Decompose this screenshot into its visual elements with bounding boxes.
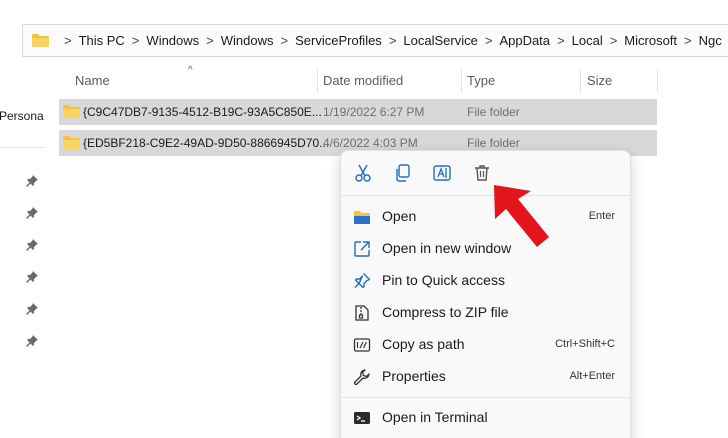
file-type: File folder: [467, 136, 520, 150]
file-type: File folder: [467, 105, 520, 119]
context-menu: Open Enter Open in new window Pin to Qui…: [340, 150, 631, 438]
file-row[interactable]: {C9C47DB7-9135-4512-B19C-93A5C850E... 1/…: [59, 99, 657, 125]
breadcrumb-serviceprofiles[interactable]: ServiceProfiles: [295, 33, 382, 48]
address-bar[interactable]: > This PC > Windows > Windows > ServiceP…: [22, 24, 728, 57]
column-header-size[interactable]: Size: [587, 73, 612, 88]
pin-icon[interactable]: [26, 175, 38, 187]
menu-item-properties[interactable]: Properties Alt+Enter: [341, 360, 630, 392]
menu-item-compress-to-zip[interactable]: Compress to ZIP file: [341, 296, 630, 328]
pin-icon[interactable]: [26, 271, 38, 283]
menu-item-label: Properties: [382, 368, 446, 384]
pin-icon[interactable]: [26, 303, 38, 315]
column-header-name[interactable]: Name: [75, 73, 110, 88]
menu-item-shortcut: Enter: [588, 210, 615, 222]
open-new-window-icon: [354, 241, 370, 257]
breadcrumb-windows-2[interactable]: Windows: [221, 33, 274, 48]
breadcrumb-localservice[interactable]: LocalService: [403, 33, 477, 48]
menu-item-label: Compress to ZIP file: [382, 304, 509, 320]
terminal-icon: [354, 412, 370, 424]
menu-item-copy-as-path[interactable]: Copy as path Ctrl+Shift+C: [341, 328, 630, 360]
breadcrumb-local[interactable]: Local: [572, 33, 603, 48]
menu-divider: [341, 195, 630, 196]
breadcrumb-separator[interactable]: >: [684, 33, 692, 48]
folder-icon: [63, 136, 80, 149]
breadcrumb-separator[interactable]: >: [389, 33, 397, 48]
breadcrumb-this-pc[interactable]: This PC: [79, 33, 125, 48]
breadcrumb-separator[interactable]: >: [281, 33, 289, 48]
breadcrumb-appdata[interactable]: AppData: [499, 33, 550, 48]
menu-item-shortcut: Ctrl+Shift+C: [555, 338, 615, 350]
copy-icon[interactable]: [393, 163, 413, 183]
rename-icon[interactable]: [432, 163, 452, 183]
folder-icon: [32, 34, 49, 47]
file-date-modified: 1/19/2022 6:27 PM: [323, 105, 425, 119]
wrench-icon: [353, 369, 370, 386]
column-header-type[interactable]: Type: [467, 73, 495, 88]
menu-item-label: Copy as path: [382, 336, 465, 352]
nav-divider: [0, 147, 44, 148]
folder-icon: [63, 105, 80, 118]
menu-divider: [341, 397, 630, 398]
breadcrumb-separator[interactable]: >: [610, 33, 618, 48]
column-divider[interactable]: [461, 69, 462, 93]
zip-icon: [355, 305, 369, 321]
column-divider[interactable]: [317, 69, 318, 93]
trash-icon[interactable]: [472, 163, 492, 183]
file-name: {ED5BF218-C9E2-49AD-9D50-8866945D70...: [83, 136, 330, 150]
menu-item-open-in-new-window[interactable]: Open in new window: [341, 232, 630, 264]
breadcrumb-separator[interactable]: >: [132, 33, 140, 48]
column-divider[interactable]: [580, 69, 581, 93]
menu-item-pin-to-quick-access[interactable]: Pin to Quick access: [341, 264, 630, 296]
nav-item-personal[interactable]: Persona: [0, 109, 44, 123]
breadcrumb-microsoft[interactable]: Microsoft: [624, 33, 677, 48]
menu-item-open-in-terminal[interactable]: Open in Terminal: [341, 401, 630, 433]
menu-item-label: Pin to Quick access: [382, 272, 505, 288]
column-headers: ^ Name Date modified Type Size: [0, 65, 728, 94]
pin-icon[interactable]: [26, 207, 38, 219]
copy-path-icon: [353, 338, 371, 352]
breadcrumb-ngc[interactable]: Ngc: [699, 33, 722, 48]
breadcrumb-separator: >: [64, 33, 72, 48]
breadcrumb-windows[interactable]: Windows: [146, 33, 199, 48]
file-name: {C9C47DB7-9135-4512-B19C-93A5C850E...: [83, 105, 322, 119]
pin-icon[interactable]: [26, 239, 38, 251]
scissors-icon[interactable]: [353, 163, 373, 183]
file-date-modified: 4/6/2022 4:03 PM: [323, 136, 418, 150]
annotation-arrow-icon: [494, 185, 549, 247]
menu-item-label: Open in Terminal: [382, 409, 488, 425]
breadcrumb-separator[interactable]: >: [206, 33, 214, 48]
pin-icon[interactable]: [26, 335, 38, 347]
pin-icon: [354, 273, 371, 289]
folder-icon: [354, 211, 370, 224]
sort-indicator: ^: [188, 65, 193, 76]
menu-item-open[interactable]: Open Enter: [341, 200, 630, 232]
column-header-date-modified[interactable]: Date modified: [323, 73, 403, 88]
breadcrumb-separator[interactable]: >: [485, 33, 493, 48]
breadcrumb-separator[interactable]: >: [557, 33, 565, 48]
menu-item-label: Open: [382, 208, 417, 224]
column-divider[interactable]: [657, 69, 658, 93]
menu-item-shortcut: Alt+Enter: [569, 370, 615, 382]
